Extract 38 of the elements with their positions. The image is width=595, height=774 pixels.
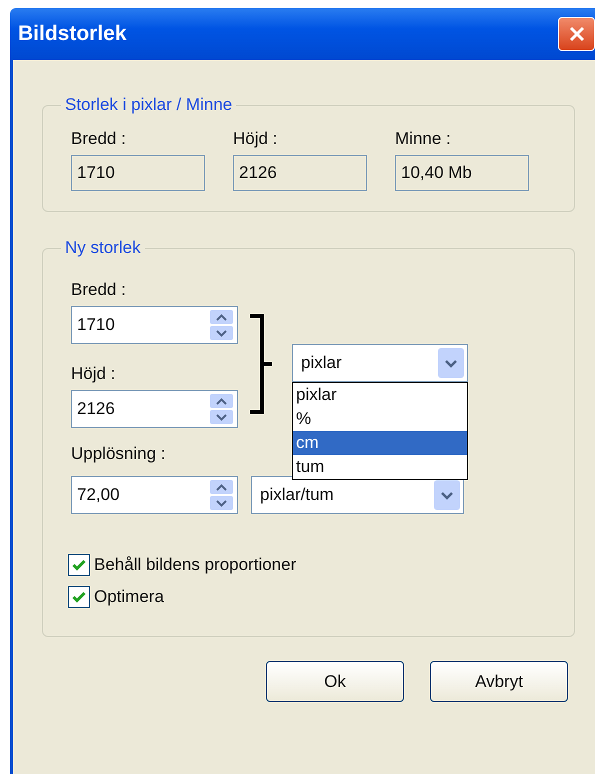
checkbox-label: Optimera <box>94 587 164 607</box>
field-label: Bredd : <box>71 129 127 149</box>
number-field[interactable]: 72,00 <box>71 476 238 514</box>
decrement-button[interactable] <box>210 326 233 340</box>
chevron-down-icon <box>440 490 454 500</box>
checkbox[interactable] <box>68 586 90 608</box>
checkbox[interactable] <box>68 554 90 576</box>
number-field[interactable]: 1710 <box>71 306 238 344</box>
close-button[interactable] <box>558 17 595 51</box>
resolution-unit-dropdown[interactable]: pixlar/tum <box>251 476 464 514</box>
increment-button[interactable] <box>210 480 233 494</box>
decrement-button[interactable] <box>210 410 233 424</box>
chevron-down-icon <box>444 358 458 368</box>
increment-button[interactable] <box>210 310 233 324</box>
link-bracket-icon <box>250 314 274 414</box>
increment-button[interactable] <box>210 394 233 408</box>
dialog-button[interactable]: Ok <box>266 661 404 702</box>
checkmark-icon <box>72 591 86 603</box>
dropdown-button[interactable] <box>434 480 460 510</box>
readonly-field: 2126 <box>233 155 367 191</box>
group-title: Ny storlek <box>64 238 142 258</box>
field-label: Höjd : <box>71 364 116 384</box>
field-label: Bredd : <box>71 280 127 300</box>
readonly-field: 1710 <box>71 155 205 191</box>
field-label: Upplösning : <box>71 444 167 464</box>
group-title: Storlek i pixlar / Minne <box>64 95 234 115</box>
checkbox-label: Behåll bildens proportioner <box>94 555 296 575</box>
field-label: Höjd : <box>233 129 278 149</box>
close-icon <box>568 25 586 43</box>
checkmark-icon <box>72 559 86 571</box>
window-title: Bildstorlek <box>18 22 127 46</box>
number-field[interactable]: 2126 <box>71 390 238 428</box>
dialog-button[interactable]: Avbryt <box>430 661 568 702</box>
decrement-button[interactable] <box>210 496 233 510</box>
readonly-field: 10,40 Mb <box>395 155 529 191</box>
field-label: Minne : <box>395 129 452 149</box>
dropdown-option[interactable]: cm <box>293 431 467 455</box>
dropdown-button[interactable] <box>438 348 464 378</box>
